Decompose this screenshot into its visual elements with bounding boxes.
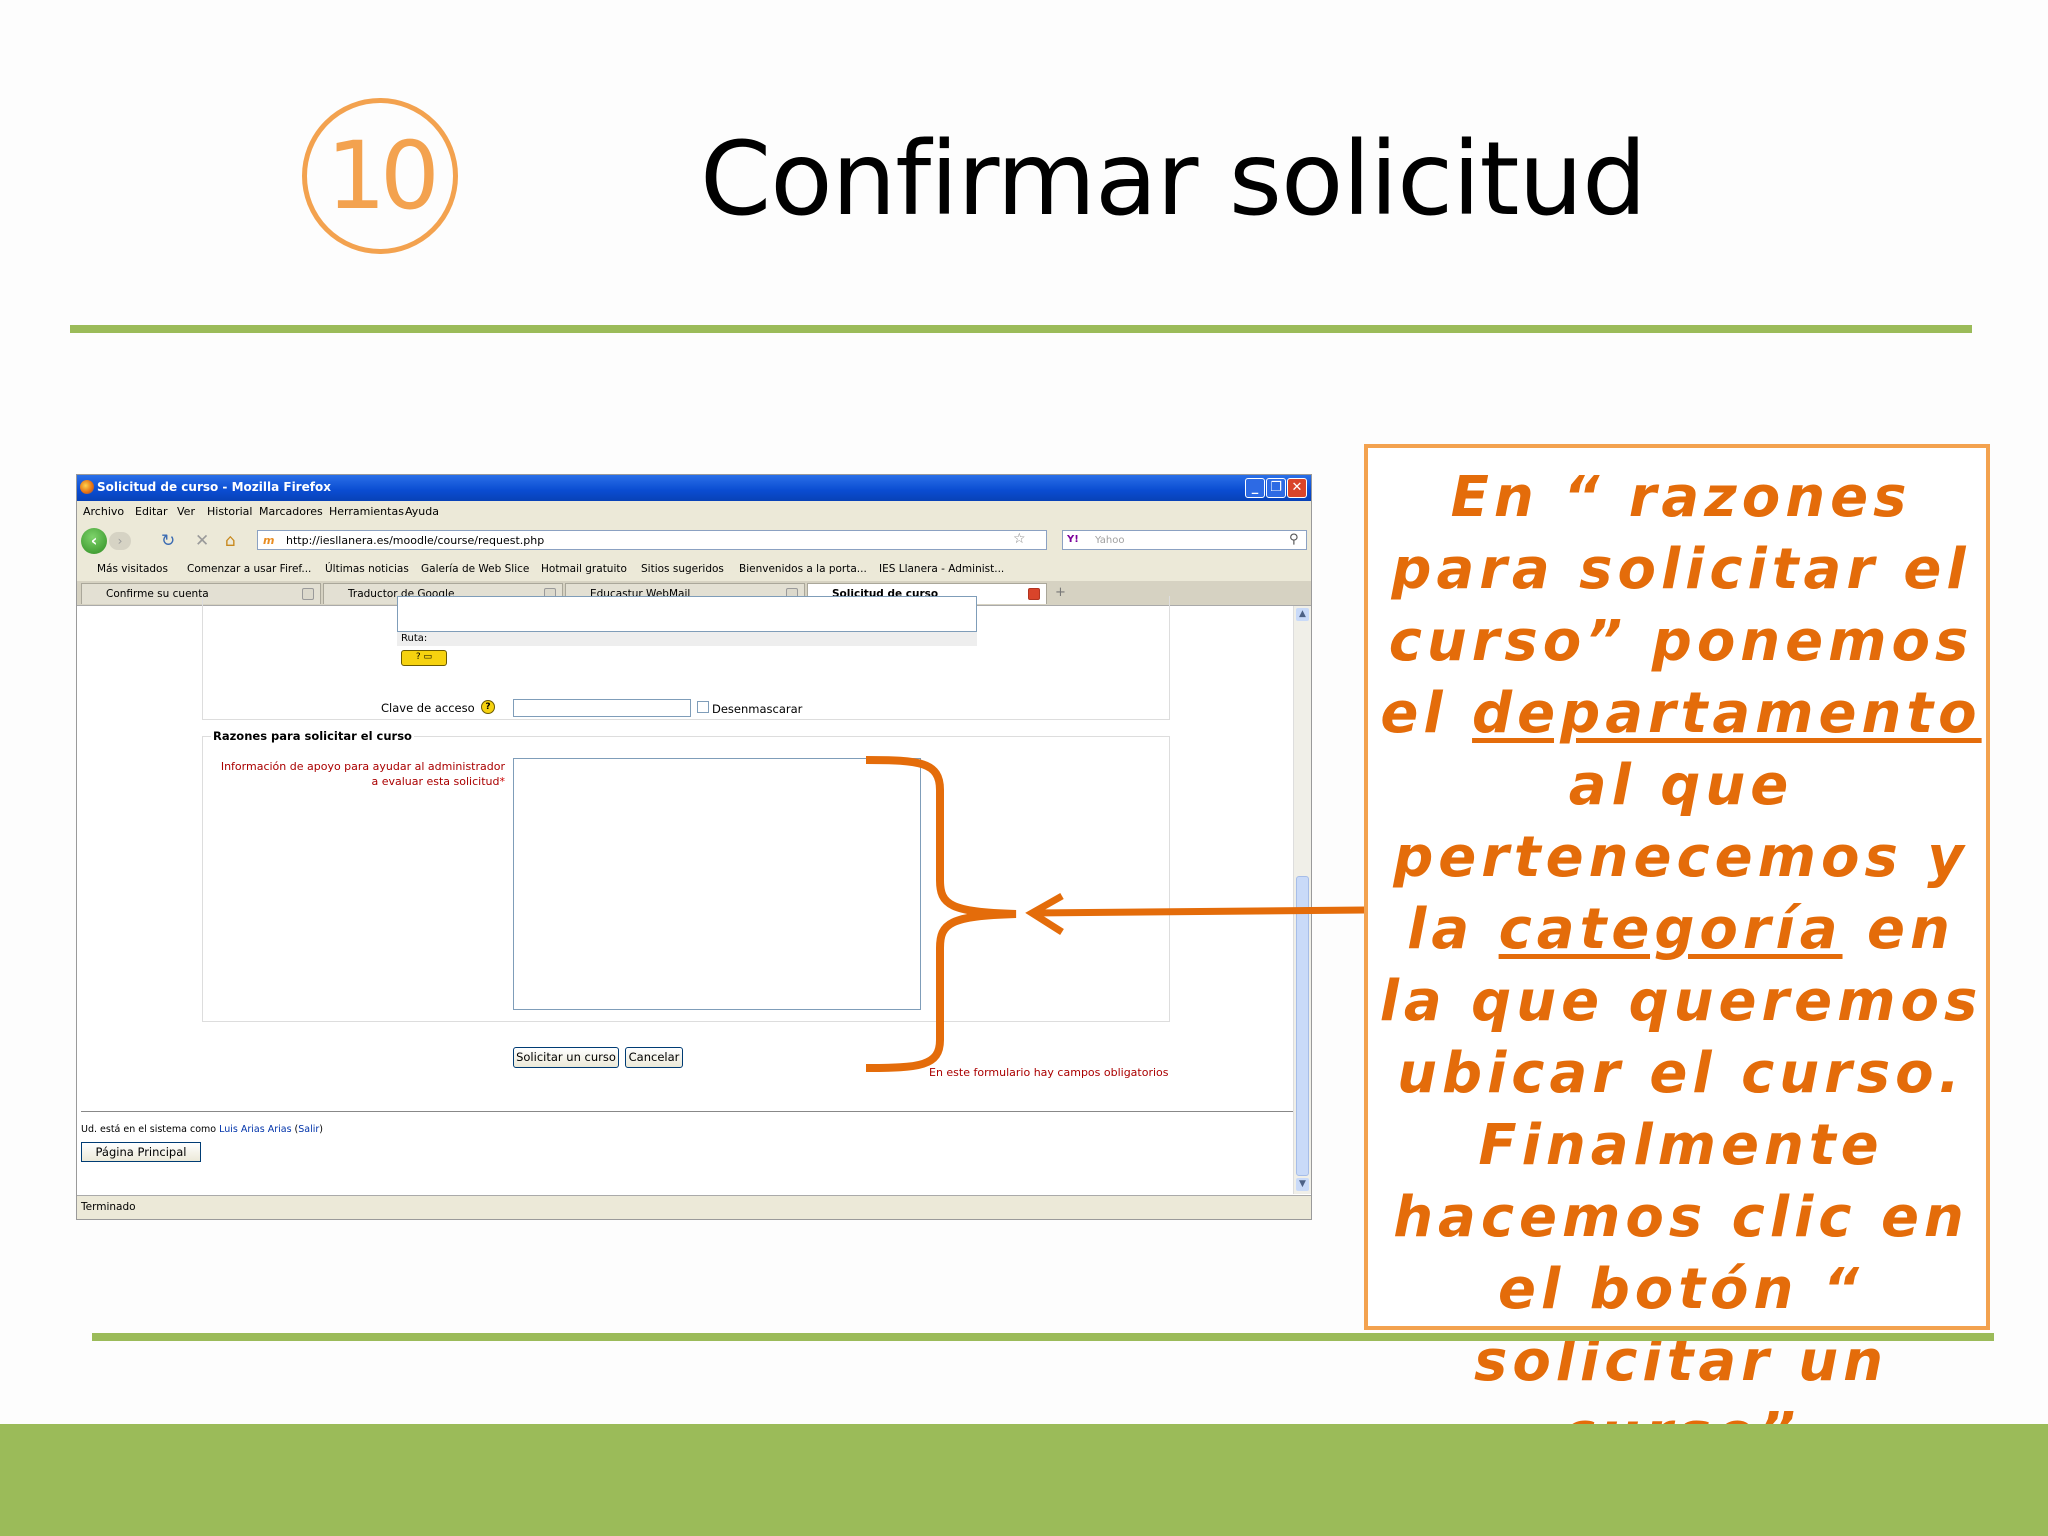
required-asterisk: * bbox=[499, 775, 506, 788]
site-favicon-icon: m bbox=[263, 534, 275, 547]
desenmascarar-checkbox[interactable] bbox=[697, 701, 709, 713]
bookmark-item[interactable]: Galería de Web Slice bbox=[421, 563, 529, 575]
menu-herramientas[interactable]: Herramientas bbox=[329, 505, 404, 518]
user-name-link[interactable]: Luis Arias Arias bbox=[219, 1124, 291, 1135]
editor-area[interactable] bbox=[397, 596, 977, 632]
scroll-down-icon[interactable]: ▼ bbox=[1296, 1178, 1309, 1191]
page-content: Ruta: ? ▭ Clave de acceso ? Desenmascara… bbox=[77, 596, 1293, 1166]
scroll-up-icon[interactable]: ▲ bbox=[1296, 608, 1309, 621]
required-fields-note: En este formulario hay campos obligatori… bbox=[929, 1066, 1169, 1079]
reason-textarea[interactable] bbox=[513, 758, 921, 1010]
login-prefix: Ud. está en el sistema como bbox=[81, 1124, 217, 1135]
url-text: http://iesllanera.es/moodle/course/reque… bbox=[286, 534, 545, 547]
callout-underlined-categoria: categoría bbox=[1498, 897, 1843, 962]
address-bar[interactable]: m http://iesllanera.es/moodle/course/req… bbox=[257, 530, 1047, 550]
bookmark-item[interactable]: Comenzar a usar Firef... bbox=[187, 563, 311, 575]
stop-icon[interactable]: ✕ bbox=[195, 531, 209, 551]
logout-link[interactable]: Salir bbox=[298, 1124, 319, 1135]
slide-title: Confirmar solicitud bbox=[700, 120, 1647, 239]
bookmark-item[interactable]: Bienvenidos a la porta... bbox=[739, 563, 867, 575]
bookmark-item[interactable]: IES Llanera - Administ... bbox=[879, 563, 1004, 575]
login-info: Ud. está en el sistema como Luis Arias A… bbox=[81, 1124, 324, 1135]
status-text: Terminado bbox=[81, 1201, 136, 1213]
pagina-principal-button[interactable]: Página Principal bbox=[81, 1142, 201, 1162]
bookmark-item[interactable]: Últimas noticias bbox=[325, 563, 409, 575]
desenmascarar-label: Desenmascarar bbox=[712, 702, 803, 716]
menu-historial[interactable]: Historial bbox=[207, 505, 252, 518]
reload-icon[interactable]: ↻ bbox=[161, 531, 175, 551]
close-icon[interactable]: ✕ bbox=[1287, 478, 1307, 498]
maximize-icon[interactable]: ❐ bbox=[1266, 478, 1286, 498]
bookmark-item[interactable]: Sitios sugeridos bbox=[641, 563, 724, 575]
step-number-badge: 10 bbox=[302, 98, 458, 254]
instruction-callout: En “ razones para solicitar el curso” po… bbox=[1364, 444, 1990, 1466]
search-box[interactable]: Y! Yahoo ⚲ bbox=[1062, 530, 1307, 550]
navigation-toolbar: ‹ › ↻ ✕ ⌂ m http://iesllanera.es/moodle/… bbox=[77, 523, 1311, 558]
window-title: Solicitud de curso - Mozilla Firefox bbox=[97, 480, 331, 494]
razones-section-title: Razones para solicitar el curso bbox=[211, 729, 414, 743]
top-divider bbox=[70, 325, 1972, 333]
callout-underlined-departamento: departamento bbox=[1472, 681, 1982, 746]
window-titlebar: Solicitud de curso - Mozilla Firefox _ ❐… bbox=[77, 475, 1311, 501]
tab-label: Confirme su cuenta bbox=[106, 588, 209, 600]
callout-text: En “ razones para solicitar el curso” po… bbox=[1368, 462, 1994, 1470]
solicitar-curso-button[interactable]: Solicitar un curso bbox=[513, 1047, 619, 1068]
minimize-icon[interactable]: _ bbox=[1245, 478, 1265, 498]
editor-path-bar: Ruta: bbox=[397, 632, 977, 646]
browser-screenshot: Solicitud de curso - Mozilla Firefox _ ❐… bbox=[76, 474, 1312, 1220]
back-arrow-icon[interactable]: ‹ bbox=[81, 528, 107, 554]
menu-editar[interactable]: Editar bbox=[135, 505, 168, 518]
reason-label-line1: Información de apoyo para ayudar al admi… bbox=[220, 760, 505, 773]
callout-part3: en la que queremos ubicar el curso. Fina… bbox=[1379, 897, 1983, 1466]
bottom-divider bbox=[92, 1333, 1994, 1341]
menu-ayuda[interactable]: Ayuda bbox=[405, 505, 439, 518]
search-icon[interactable]: ⚲ bbox=[1289, 532, 1299, 547]
help-keyboard-icon[interactable]: ? ▭ bbox=[401, 650, 447, 666]
firefox-icon bbox=[80, 480, 94, 494]
menu-ver[interactable]: Ver bbox=[177, 505, 195, 518]
reason-label-line2: a evaluar esta solicitud bbox=[371, 775, 500, 788]
home-icon[interactable]: ⌂ bbox=[225, 531, 236, 551]
status-bar: Terminado bbox=[77, 1195, 1311, 1219]
menu-bar: Archivo Editar Ver Historial Marcadores … bbox=[77, 501, 1311, 523]
menu-marcadores[interactable]: Marcadores bbox=[259, 505, 323, 518]
scroll-thumb[interactable] bbox=[1296, 876, 1309, 1176]
menu-archivo[interactable]: Archivo bbox=[83, 505, 124, 518]
yahoo-icon: Y! bbox=[1067, 534, 1079, 545]
clave-label: Clave de acceso bbox=[381, 701, 475, 715]
bookmark-item[interactable]: Más visitados bbox=[97, 563, 168, 575]
forward-arrow-icon[interactable]: › bbox=[109, 532, 131, 550]
vertical-scrollbar[interactable]: ▲ ▼ bbox=[1293, 606, 1311, 1194]
footer-band bbox=[0, 1424, 2048, 1536]
ruta-label: Ruta: bbox=[401, 633, 428, 644]
footer-divider bbox=[81, 1111, 1293, 1112]
bookmark-star-icon[interactable]: ☆ bbox=[1013, 531, 1026, 547]
search-placeholder: Yahoo bbox=[1095, 535, 1125, 546]
reason-label: Información de apoyo para ayudar al admi… bbox=[197, 759, 505, 789]
cancelar-button[interactable]: Cancelar bbox=[625, 1047, 683, 1068]
clave-input[interactable] bbox=[513, 699, 691, 717]
bookmark-item[interactable]: Hotmail gratuito bbox=[541, 563, 627, 575]
bookmarks-toolbar: Más visitados Comenzar a usar Firef... Ú… bbox=[77, 557, 1311, 582]
help-icon[interactable]: ? bbox=[481, 700, 495, 714]
